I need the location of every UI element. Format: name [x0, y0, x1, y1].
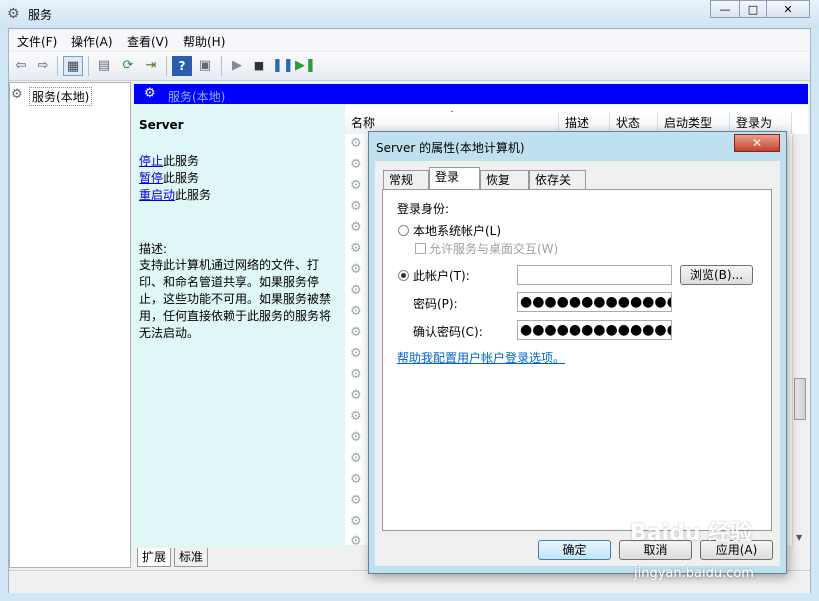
- restart-service-link[interactable]: 重启动: [139, 188, 175, 202]
- back-arrow-icon[interactable]: ⇦: [11, 56, 31, 76]
- services-gear-icon: ⚙: [7, 6, 20, 22]
- service-row-gear-icon: ⚙: [350, 430, 362, 445]
- ok-button[interactable]: 确定: [538, 540, 611, 560]
- confirm-password-label: 确认密码(C):: [413, 325, 483, 339]
- logon-as-label: 登录身份:: [397, 202, 450, 216]
- tab-extended[interactable]: 扩展: [137, 548, 172, 567]
- service-row-gear-icon: ⚙: [350, 283, 362, 298]
- tab-general[interactable]: 常规: [383, 170, 429, 189]
- stop-service-icon[interactable]: ■: [249, 56, 269, 76]
- help-icon[interactable]: ?: [172, 56, 192, 76]
- menu-view[interactable]: 查看(V): [127, 33, 169, 50]
- allow-desktop-label: 允许服务与桌面交互(W): [429, 242, 559, 256]
- maximize-button[interactable]: □: [739, 0, 767, 18]
- menu-file[interactable]: 文件(F): [17, 33, 57, 50]
- dialog-title: Server 的属性(本地计算机): [376, 141, 525, 155]
- service-row-gear-icon: ⚙: [350, 304, 362, 319]
- browse-button[interactable]: 浏览(B)...: [680, 265, 753, 285]
- close-button[interactable]: ✕: [766, 0, 810, 18]
- forward-arrow-icon[interactable]: ⇨: [33, 56, 53, 76]
- title-bar: [0, 0, 819, 28]
- start-service-icon[interactable]: ▶: [227, 56, 247, 76]
- list-scrollbar-thumb[interactable]: [794, 378, 806, 420]
- refresh-icon[interactable]: ⟳: [118, 56, 138, 76]
- menu-help[interactable]: 帮助(H): [183, 33, 225, 50]
- service-row-gear-icon: ⚙: [350, 241, 362, 256]
- this-account-label: 此帐户(T):: [413, 269, 470, 283]
- console-tree-icon[interactable]: ▦: [63, 56, 83, 76]
- local-system-radio[interactable]: [398, 225, 409, 236]
- password-input[interactable]: ●●●●●●●●●●●●●●●●: [517, 292, 672, 312]
- action-suffix: 此服务: [163, 171, 200, 185]
- toolbar-separator: [221, 56, 222, 76]
- tab-recovery[interactable]: 恢复: [480, 170, 529, 189]
- service-row-gear-icon: ⚙: [350, 325, 362, 340]
- dialog-close-button[interactable]: ✕: [734, 134, 780, 152]
- service-row-gear-icon: ⚙: [350, 451, 362, 466]
- restart-service-icon[interactable]: ▶❚: [295, 56, 316, 76]
- services-gear-icon: ⚙: [11, 87, 23, 102]
- tree-item-services-local[interactable]: 服务(本地): [29, 87, 93, 106]
- action-suffix: 此服务: [175, 188, 212, 202]
- scroll-down-arrow-icon[interactable]: ▼: [796, 533, 802, 542]
- service-row-gear-icon: ⚙: [350, 157, 362, 172]
- description-label: 描述:: [139, 242, 168, 256]
- minimize-button[interactable]: —: [710, 0, 740, 18]
- service-name: Server: [139, 118, 184, 132]
- local-system-label: 本地系统帐户(L): [413, 224, 502, 238]
- service-row-gear-icon: ⚙: [350, 367, 362, 382]
- this-account-radio[interactable]: [398, 270, 409, 281]
- allow-desktop-checkbox[interactable]: [415, 243, 426, 254]
- menu-action[interactable]: 操作(A): [71, 33, 113, 50]
- account-input[interactable]: [517, 265, 672, 285]
- window-title: 服务: [28, 8, 53, 22]
- description-text: 支持此计算机通过网络的文件、打印、和命名管道共享。如果服务停止，这些功能不可用。…: [139, 258, 332, 340]
- service-row-gear-icon: ⚙: [350, 346, 362, 361]
- stop-service-link[interactable]: 停止: [139, 154, 163, 168]
- service-row-gear-icon: ⚙: [350, 514, 362, 529]
- baidu-watermark-url: jingyan.baidu.com: [634, 566, 754, 581]
- toolbar-separator: [88, 56, 89, 76]
- pane-header: [134, 84, 808, 104]
- console-tree: [9, 82, 131, 568]
- show-hide-pane-icon[interactable]: ▣: [195, 56, 215, 76]
- action-line: 重启动此服务: [139, 187, 211, 204]
- service-row-gear-icon: ⚙: [350, 178, 362, 193]
- help-logon-link[interactable]: 帮助我配置用户帐户登录选项。: [397, 349, 565, 366]
- pane-header-title: 服务(本地): [168, 90, 226, 104]
- action-line: 暂停此服务: [139, 170, 199, 187]
- pause-service-link[interactable]: 暂停: [139, 171, 163, 185]
- list-scrollbar[interactable]: [792, 134, 809, 546]
- service-row-gear-icon: ⚙: [350, 199, 362, 214]
- service-row-gear-icon: ⚙: [350, 136, 362, 151]
- properties-list-icon[interactable]: ▤: [94, 56, 114, 76]
- pause-service-icon[interactable]: ❚❚: [272, 56, 294, 76]
- service-row-gear-icon: ⚙: [350, 493, 362, 508]
- action-line: 停止此服务: [139, 153, 199, 170]
- tab-dependencies[interactable]: 依存关系: [529, 170, 586, 206]
- service-row-gear-icon: ⚙: [350, 262, 362, 277]
- service-row-gear-icon: ⚙: [350, 220, 362, 235]
- service-row-gear-icon: ⚙: [350, 472, 362, 487]
- export-list-icon[interactable]: ⇥: [141, 56, 161, 76]
- baidu-watermark: Baidu 经验: [630, 521, 753, 546]
- toolbar-separator: [166, 56, 167, 76]
- password-label: 密码(P):: [413, 297, 458, 311]
- service-row-gear-icon: ⚙: [350, 409, 362, 424]
- tab-logon[interactable]: 登录: [429, 167, 480, 190]
- toolbar-separator: [57, 56, 58, 76]
- services-gear-icon: ⚙: [144, 86, 156, 101]
- confirm-password-input[interactable]: ●●●●●●●●●●●●●●●●: [517, 320, 672, 340]
- tab-standard[interactable]: 标准: [174, 548, 209, 567]
- service-row-gear-icon: ⚙: [350, 388, 362, 403]
- action-suffix: 此服务: [163, 154, 200, 168]
